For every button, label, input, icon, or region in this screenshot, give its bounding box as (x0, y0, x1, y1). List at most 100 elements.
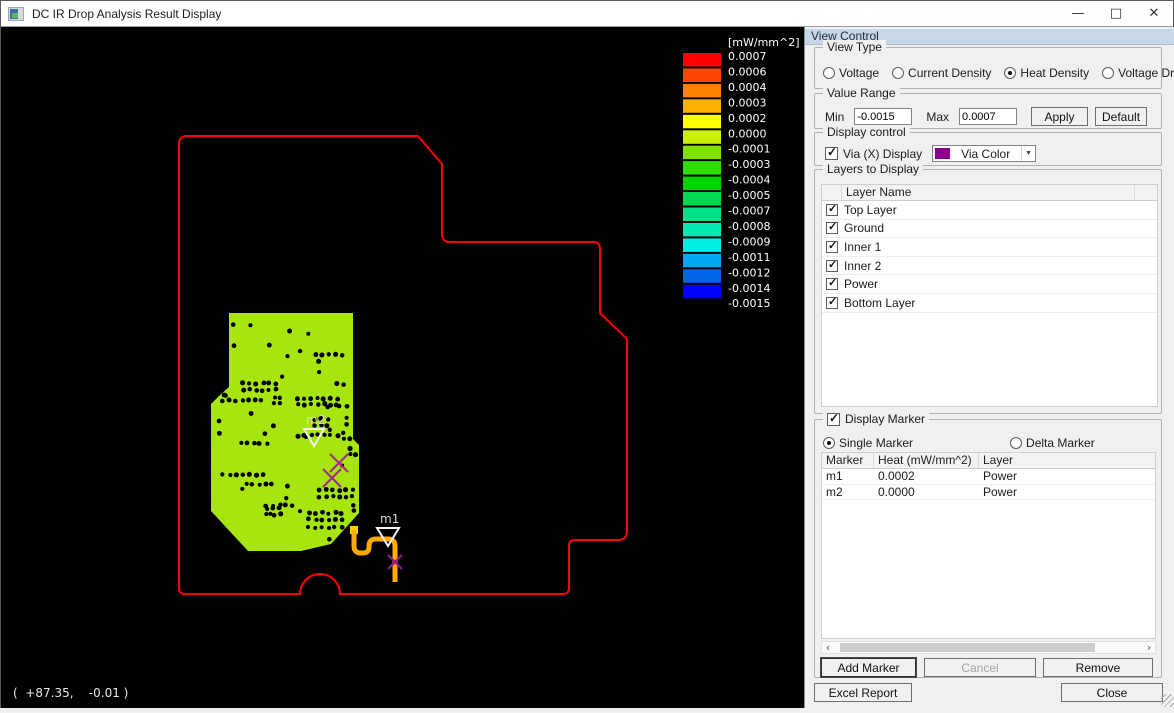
display-marker-label: Display Marker (845, 412, 925, 426)
default-button[interactable]: Default (1095, 107, 1147, 126)
pad-dot (319, 352, 324, 357)
pad-dot (313, 526, 317, 530)
pad-dot (343, 487, 348, 492)
layer-row[interactable]: Ground (822, 220, 1157, 239)
min-input[interactable] (854, 108, 912, 125)
pad-dot (308, 396, 313, 401)
layer-checkbox[interactable] (826, 297, 838, 309)
radio-circle[interactable] (823, 67, 835, 79)
view-type-radio-current-density[interactable]: Current Density (892, 66, 991, 80)
layer-checkbox[interactable] (826, 241, 838, 253)
value-range-group: Value Range Min Max Apply Default (814, 93, 1162, 129)
layer-row[interactable]: Power (822, 275, 1157, 294)
close-button[interactable]: Close (1061, 683, 1163, 702)
marker-table-row[interactable]: m20.0000Power (822, 485, 1155, 501)
view-type-radio-voltage[interactable]: Voltage (823, 66, 879, 80)
delta-marker-radio[interactable]: Delta Marker (1010, 436, 1095, 450)
scroll-right-icon[interactable]: › (1143, 642, 1155, 653)
pad-dot (274, 387, 279, 392)
pad-dot (310, 433, 314, 437)
pad-dot (254, 473, 259, 478)
legend-color-box (683, 254, 721, 267)
layer-checkbox[interactable] (826, 260, 838, 272)
maximize-button[interactable]: □ (1097, 1, 1135, 26)
pad-dot (321, 396, 326, 401)
pad-dot (220, 472, 224, 476)
view-type-group: View Type VoltageCurrent DensityHeat Den… (814, 47, 1162, 89)
layer-row[interactable]: Bottom Layer (822, 294, 1157, 313)
pad-dot (241, 388, 246, 393)
pad-dot (278, 396, 282, 400)
layer-checkbox[interactable] (826, 278, 838, 290)
pad-dot (313, 352, 318, 357)
layer-row[interactable]: Inner 1 (822, 238, 1157, 257)
marker-table: Marker Heat (mW/mm^2) Layer m10.0002Powe… (821, 452, 1156, 639)
marker-table-hscrollbar[interactable]: ‹ › (821, 641, 1156, 654)
cancel-button[interactable]: Cancel (924, 658, 1036, 677)
radio-circle[interactable] (892, 67, 904, 79)
scroll-left-icon[interactable]: ‹ (822, 642, 834, 653)
display-marker-checkbox[interactable] (827, 413, 840, 426)
pad-dot (306, 516, 311, 521)
add-marker-button[interactable]: Add Marker (821, 658, 916, 677)
layer-row[interactable]: Inner 2 (822, 257, 1157, 276)
pad-dot (334, 381, 339, 386)
marker-table-row[interactable]: m10.0002Power (822, 469, 1155, 485)
pad-dot (324, 487, 329, 492)
layer-row[interactable]: Top Layer (822, 201, 1157, 220)
pad-dot (295, 396, 300, 401)
via-color-dropdown[interactable]: Via Color ▼ (932, 145, 1036, 162)
single-marker-radio-circle[interactable] (823, 437, 835, 449)
via-display-checkbox[interactable] (825, 147, 838, 160)
resize-grip[interactable] (1161, 694, 1174, 707)
layer-list-header: Layer Name (822, 185, 1157, 201)
chevron-down-icon[interactable]: ▼ (1021, 146, 1035, 161)
pad-dot (327, 352, 331, 356)
via-color-label: Via Color (950, 147, 1021, 161)
marker-cell-layer: Power (979, 485, 1155, 500)
pad-dot (269, 482, 274, 487)
excel-report-button[interactable]: Excel Report (814, 683, 912, 702)
view-type-radio-voltage-drop[interactable]: Voltage Drop (1102, 66, 1174, 80)
close-window-button[interactable]: ✕ (1135, 1, 1173, 26)
layer-name: Ground (844, 221, 884, 235)
pad-dot (285, 354, 289, 358)
marker-cell-heat: 0.0002 (874, 469, 979, 484)
apply-button[interactable]: Apply (1031, 107, 1088, 126)
pad-dot (296, 402, 300, 406)
single-marker-radio[interactable]: Single Marker (823, 436, 913, 450)
layer-name: Top Layer (844, 203, 897, 217)
pad-dot (344, 422, 349, 427)
radio-circle[interactable] (1102, 67, 1114, 79)
pad-dot (263, 431, 268, 436)
marker-cell-layer: Power (979, 469, 1155, 484)
pad-dot (231, 322, 236, 327)
radio-circle[interactable] (1004, 67, 1016, 79)
minimize-button[interactable]: — (1059, 1, 1097, 26)
legend-tick-label: 0.0002 (728, 112, 767, 125)
scrollbar-thumb[interactable] (840, 643, 1095, 652)
pad-dot (222, 393, 227, 398)
pad-dot (348, 452, 352, 456)
remove-button[interactable]: Remove (1043, 658, 1153, 677)
layer-checkbox[interactable] (826, 204, 838, 216)
pad-dot (260, 388, 265, 393)
pad-dot (330, 488, 335, 493)
delta-marker-radio-circle[interactable] (1010, 437, 1022, 449)
pad-dot (246, 398, 251, 403)
pad-dot (266, 380, 271, 385)
legend-color-box (683, 130, 721, 144)
result-canvas[interactable]: m1m2[mW/mm^2]0.00070.00060.00040.00030.0… (1, 27, 804, 708)
pad-dot (345, 416, 349, 420)
pad-dot (283, 502, 288, 507)
pad-dot (322, 433, 326, 437)
pad-dot (341, 431, 345, 435)
view-type-radio-heat-density[interactable]: Heat Density (1004, 66, 1089, 80)
pad-dot (266, 388, 270, 392)
layer-checkbox[interactable] (826, 222, 838, 234)
pad-dot (333, 517, 338, 522)
max-input[interactable] (959, 108, 1017, 125)
pad-dot (278, 401, 282, 405)
pad-dot (326, 512, 330, 516)
pad-dot (272, 513, 277, 518)
